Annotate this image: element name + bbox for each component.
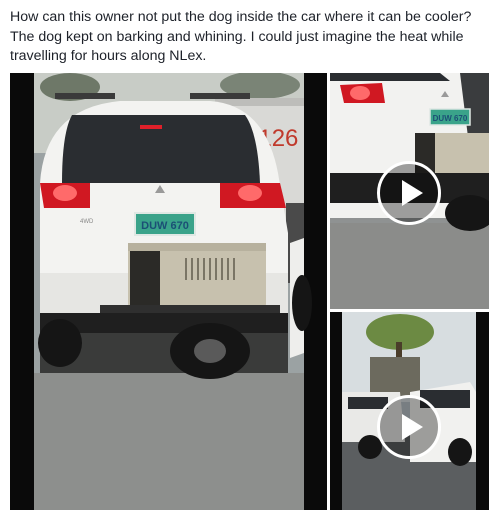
play-icon bbox=[402, 414, 423, 440]
video-thumb-top[interactable]: DUW 670 bbox=[330, 73, 489, 309]
play-button[interactable] bbox=[377, 395, 441, 459]
badge-text: 4WD bbox=[80, 219, 94, 225]
post-text: How can this owner not put the dog insid… bbox=[10, 9, 472, 64]
main-video-frame: -9126 DUW 670 4WD bbox=[10, 73, 327, 510]
thumb-plate-text: DUW 670 bbox=[433, 114, 468, 123]
main-plate-text: DUW 670 bbox=[141, 220, 189, 232]
play-button[interactable] bbox=[377, 161, 441, 225]
video-thumb-bottom[interactable] bbox=[330, 312, 489, 510]
play-icon bbox=[402, 180, 423, 206]
main-video-tile[interactable]: -9126 DUW 670 4WD bbox=[10, 73, 327, 510]
